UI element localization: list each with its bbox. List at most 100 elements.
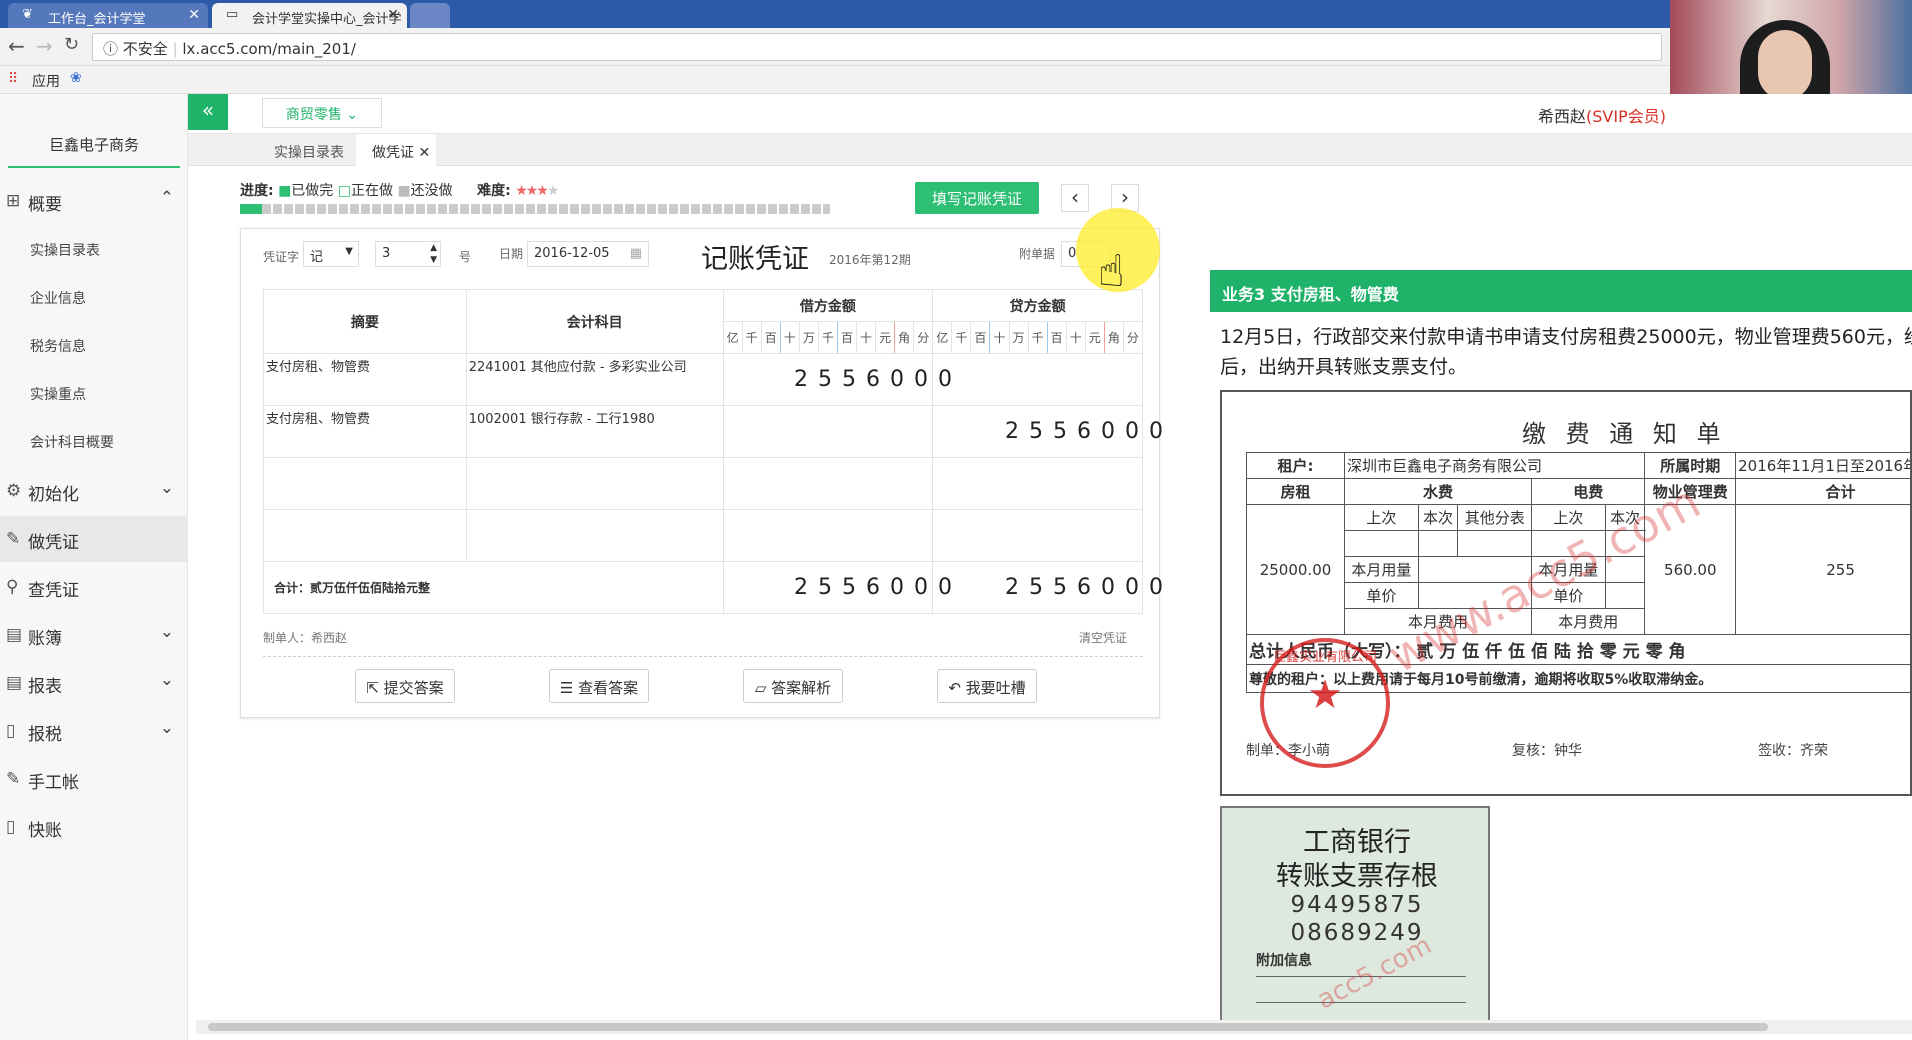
digit-head: 百 [1046,321,1067,354]
date-label: 日期 [499,247,524,261]
user-info[interactable]: 希西赵(SVIP会员) [1538,103,1666,127]
empty-cell[interactable] [465,457,724,510]
view-answer-button[interactable]: ☰ 查看答案 [549,669,649,703]
table-row[interactable]: 支付房租、物管费 2241001 其他应付款 - 多彩实业公司 [263,353,1143,406]
empty-cell[interactable] [263,457,467,510]
browser-tab-workbench[interactable]: ❦ 工作台_会计学堂 ✕ [8,3,208,28]
divider [263,656,1143,657]
sidebar-sub-company-info[interactable]: 企业信息 [30,288,86,308]
empty-cell[interactable] [932,509,1143,562]
sidebar-sub-key-points[interactable]: 实操重点 [30,384,86,404]
apps-grid-icon[interactable]: ⠿ [8,71,18,87]
url-field[interactable]: ⓘ 不安全 | lx.acc5.com/main_201/ [92,33,1662,61]
back-icon[interactable]: ← [8,34,25,58]
date-field[interactable]: 2016-12-05 ▦ [527,241,649,267]
submit-answer-button[interactable]: ⇱ 提交答案 [355,669,455,703]
hand-pointer-icon: ☝ [1098,246,1125,297]
sidebar-item-label: 报表 [28,677,62,697]
power-header: 电费 [1531,478,1646,505]
forward-icon[interactable]: → [36,34,53,58]
folder-open-icon: ▱ [754,679,772,697]
row-debit-cell[interactable] [722,405,934,458]
bookmark-apps[interactable]: 应用 [32,71,60,91]
empty-cell[interactable] [722,457,934,510]
row-summary[interactable]: 支付房租、物管费 [263,353,467,406]
sidebar-item-tax[interactable]: ▯ 报税 ⌄ [0,708,188,754]
prev-button[interactable]: ‹ [1061,184,1089,212]
stepper-arrows-icon[interactable]: ▲ ▼ [430,242,437,266]
scrollbar-thumb[interactable] [208,1023,1768,1031]
digit-head: 千 [817,321,838,354]
digit-head: 万 [1008,321,1029,354]
sidebar-item-overview[interactable]: ⊞ 概要 ⌃ [0,178,188,224]
col-debit-header: 借方金额 [722,289,934,322]
close-tab-icon[interactable]: ✕ [188,7,200,23]
done-label: 已做完 [291,183,334,199]
task-description: 12月5日，行政部交来付款申请书申请支付房租费25000元，物业管理费560元，… [1220,322,1912,382]
maker-label: 制单人：希西赵 [263,631,348,645]
sidebar-item-query-voucher[interactable]: ⚲ 查凭证 [0,564,188,610]
row1-debit-amount: 2556000 [794,367,962,392]
reload-icon[interactable]: ↻ [64,34,79,55]
browser-tab-practice[interactable]: ▭ 会计学堂实操中心_会计学 ✕ [212,3,407,28]
row-summary[interactable]: 支付房租、物管费 [263,405,467,458]
sidebar-sub-tax-info[interactable]: 税务信息 [30,336,86,356]
tenant-label: 租户: [1246,452,1345,479]
cheque-number-2: 08689249 [1290,920,1424,946]
industry-dropdown[interactable]: 商贸零售 ⌄ [262,98,382,128]
star-icon: ★ [1307,672,1343,718]
sidebar-sub-catalog[interactable]: 实操目录表 [30,240,100,260]
sidebar-item-make-voucher[interactable]: ✎ 做凭证 [0,516,188,562]
close-tab-icon[interactable]: ✕ [387,7,399,23]
sidebar-item-init[interactable]: ⚙ 初始化 ⌄ [0,468,188,514]
progress-bar [240,204,830,214]
calendar-icon[interactable]: ▦ [630,246,642,261]
collapse-sidebar-button[interactable]: « [188,94,228,130]
new-tab-button[interactable] [410,3,450,28]
sidebar-sub-accounts[interactable]: 会计科目概要 [30,432,114,452]
empty-cell[interactable] [465,509,724,562]
empty-cell[interactable] [932,457,1143,510]
digit-head: 亿 [722,321,743,354]
clear-voucher-link[interactable]: 清空凭证 [1079,629,1127,646]
search-icon: ⚲ [6,577,19,597]
baidu-paw-icon[interactable]: ❀ [70,70,82,86]
row-account[interactable]: 2241001 其他应付款 - 多彩实业公司 [465,353,724,406]
close-icon[interactable]: ✕ [418,145,430,161]
table-row[interactable] [263,509,1143,562]
company-seal: 巨鑫实业有限公司 ★ [1260,638,1390,768]
grid-icon: ⊞ [6,191,21,211]
reply-icon: ↶ [948,679,966,697]
tab-favicon-icon: ❦ [22,7,33,22]
button-label: 查看答案 [578,679,639,697]
horizontal-scrollbar[interactable] [196,1020,1912,1034]
fill-voucher-button[interactable]: 填写记账凭证 [915,182,1039,214]
external-link-icon: ⇱ [366,679,384,697]
sidebar-item-label: 手工帐 [28,773,79,793]
voucher-number-stepper[interactable]: 3 ▲ ▼ [375,241,441,267]
answer-analysis-button[interactable]: ▱ 答案解析 [743,669,843,703]
button-label: 我要吐槽 [965,679,1026,697]
tab-catalog[interactable]: 实操目录表 [274,142,344,162]
table-row[interactable] [263,457,1143,510]
sidebar-item-reports[interactable]: ▤ 报表 ⌄ [0,660,188,706]
sidebar-item-ledger[interactable]: ▤ 账簿 ⌄ [0,612,188,658]
voucher-card: 凭证字 记 ▼ 3 ▲ ▼ 号 日期 2016-12-05 ▦ 记账凭证 2016年第1… [240,228,1163,718]
feedback-button[interactable]: ↶ 我要吐槽 [937,669,1037,703]
top-nav: « 商贸零售 ⌄ 希西赵(SVIP会员) [188,94,1912,134]
empty-cell[interactable] [722,509,934,562]
presenter-face [1758,30,1812,100]
rent-header: 房租 [1246,478,1345,505]
sidebar-item-manual[interactable]: ✎ 手工帐 [0,756,188,802]
sidebar-item-quick[interactable]: ▯ 快账 [0,804,188,850]
chevron-down-icon: ⌄ [346,107,359,123]
digit-head: 十 [989,321,1010,354]
tab-make-voucher[interactable]: 做凭证 ✕ [356,134,436,166]
row-credit-cell[interactable] [932,353,1143,406]
digit-head: 分 [1122,321,1144,354]
tab-title: 会计学堂实操中心_会计学 [252,12,402,27]
empty-cell[interactable] [263,509,467,562]
progress-legend: 进度: ■已做完 □正在做 ■还没做 难度: ★★★★ [240,180,559,200]
row-account[interactable]: 1002001 银行存款 - 工行1980 [465,405,724,458]
voucher-word-select[interactable]: 记 ▼ [303,241,359,267]
